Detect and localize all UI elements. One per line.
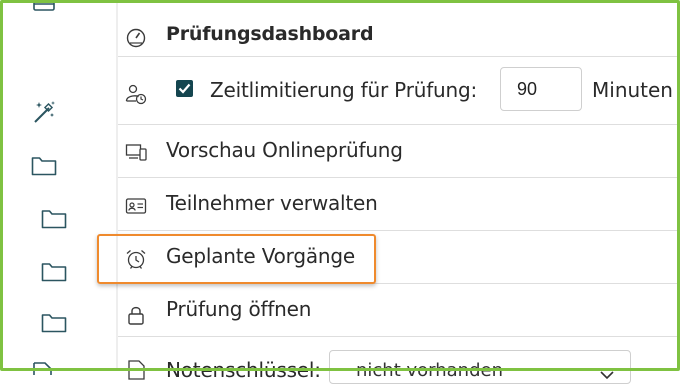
archive-icon[interactable] (32, 0, 56, 20)
grade-key-label: Notenschlüssel: (166, 358, 321, 382)
exam-menu-panel: Prüfungsdashboard Zeitlimitierung für Pr… (118, 0, 680, 384)
document-icon[interactable] (31, 360, 55, 379)
minutes-input[interactable]: 90 (500, 67, 582, 111)
menu-item-dashboard[interactable]: Prüfungsdashboard (118, 4, 680, 57)
magic-wand-icon[interactable] (31, 99, 57, 129)
document-icon (125, 359, 147, 381)
lock-icon (125, 304, 147, 326)
id-card-icon (125, 195, 147, 217)
checkmark-icon (178, 83, 191, 94)
chevron-down-icon (600, 365, 614, 383)
time-limit-checkbox[interactable] (176, 80, 193, 97)
user-clock-icon (125, 83, 147, 105)
folder-icon[interactable] (41, 312, 67, 338)
folder-icon[interactable] (41, 261, 67, 287)
minutes-unit-label: Minuten (592, 78, 673, 102)
sidebar (0, 0, 118, 375)
open-exam-label: Prüfung öffnen (166, 297, 312, 321)
menu-item-preview[interactable]: Vorschau Onlineprüfung (118, 125, 680, 178)
speedometer-icon (125, 26, 147, 48)
folder-icon[interactable] (41, 208, 67, 234)
folder-icon[interactable] (31, 155, 57, 181)
devices-icon (125, 142, 147, 164)
highlight-box (97, 234, 376, 284)
time-limit-label: Zeitlimitierung für Prüfung: (210, 78, 478, 102)
preview-label: Vorschau Onlineprüfung (166, 138, 403, 162)
menu-item-open-exam[interactable]: Prüfung öffnen (118, 284, 680, 337)
dashboard-label: Prüfungsdashboard (166, 23, 374, 45)
grade-key-select[interactable]: nicht vorhanden (329, 350, 631, 384)
participants-label: Teilnehmer verwalten (166, 191, 378, 215)
menu-item-participants[interactable]: Teilnehmer verwalten (118, 178, 680, 231)
